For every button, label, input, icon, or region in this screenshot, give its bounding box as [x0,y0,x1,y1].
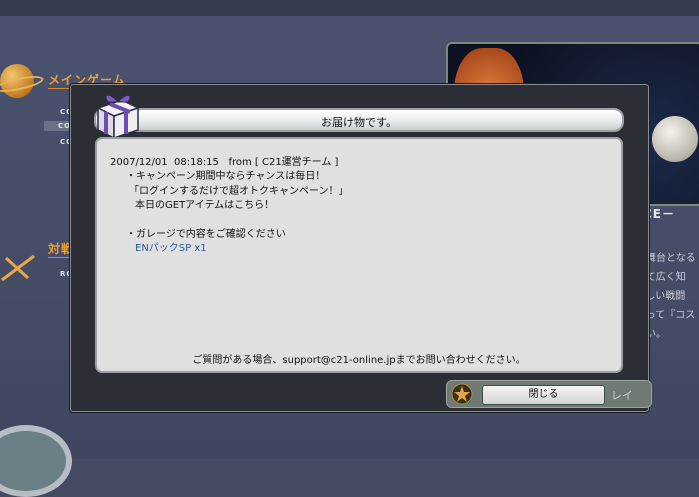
support-footer: ご質問がある場合、support@c21-online.jpまでお問い合わせくだ… [192,355,526,366]
banner-planet-moon [652,116,698,162]
close-button[interactable]: 閉じる [482,385,605,405]
top-bar [0,0,699,16]
dialog-title: お届け物です。 [321,116,397,129]
message-line: ・ガレージで内容をご確認ください [126,229,286,240]
message-line: 本日のGETアイテムはこちら！ [135,200,275,211]
dialog-message-panel: 2007/12/01 08:18:15 from [ C21運営チーム ] ・キ… [95,137,623,373]
message-line: 「ログインするだけで超オトクキャンペーン！」 [129,186,349,197]
message-header: 2007/12/01 08:18:15 from [ C21運営チーム ] [110,157,339,168]
dialog-title-bar: お届け物です。 [94,108,624,132]
ghost-label: レイ [611,389,633,402]
item-name: ENパックSP x1 [135,243,207,254]
message-line: ・キャンペーン期間中ならチャンスは毎日！ [126,171,326,182]
gift-box-icon [96,94,140,140]
crossed-swords-icon [1,254,35,282]
star-orb-icon [451,383,473,405]
